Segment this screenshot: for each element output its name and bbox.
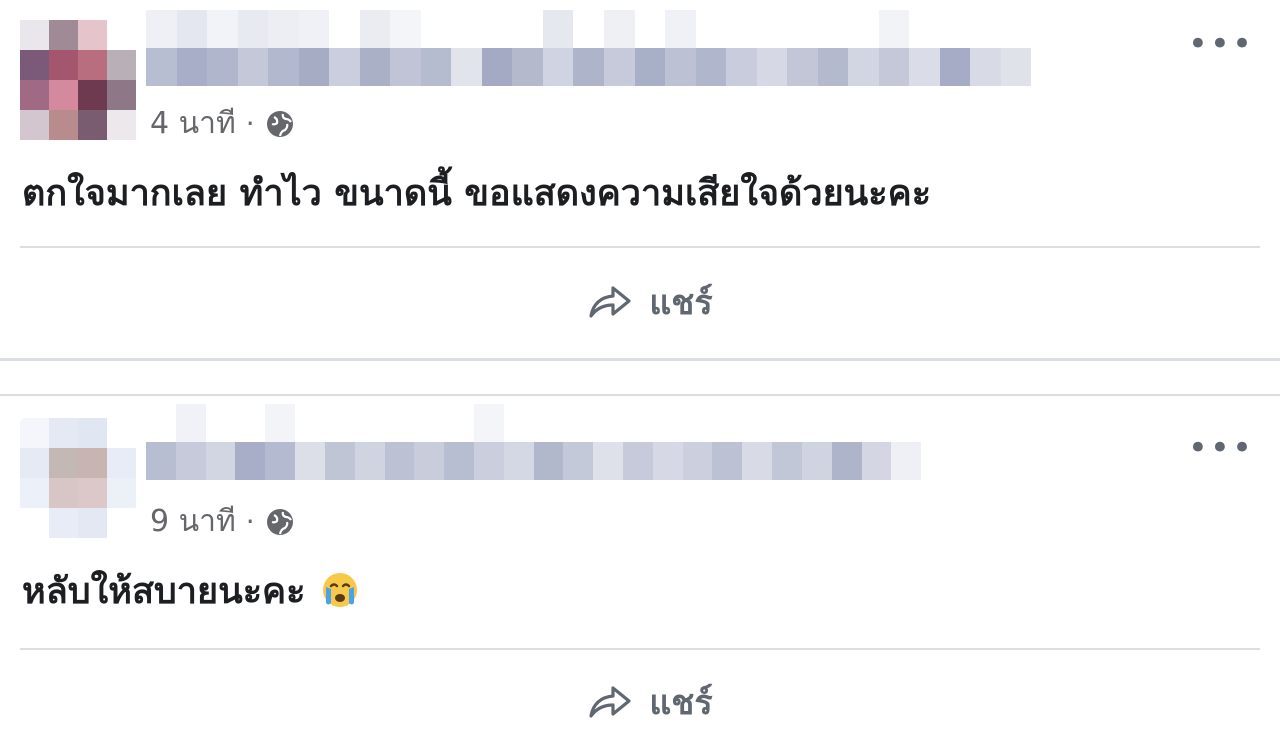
avatar[interactable] [20,418,136,538]
meta-separator: · [245,107,255,140]
author-name-pixelated[interactable] [146,404,951,480]
share-label: แชร์ [649,283,713,323]
share-icon [589,686,631,718]
timestamp[interactable]: 4 นาที [150,100,236,147]
globe-icon [266,508,293,535]
meta-separator: · [245,505,255,538]
share-button[interactable]: แชร์ [570,672,730,732]
timestamp[interactable]: 9 นาที [150,498,236,545]
comment-text: ตกใจมากเลย ทำไว ขนาดนี้ ขอแสดงความเสียใจ… [22,173,932,214]
share-icon [589,286,631,318]
comment-meta: 4 นาที · [150,100,295,147]
divider [20,648,1260,650]
comment-text: หลับให้สบายนะคะ [22,571,306,612]
avatar[interactable] [20,20,136,140]
globe-icon [266,110,293,137]
divider [20,246,1260,248]
comment-text-container: หลับให้สบายนะคะ [22,562,360,619]
share-label: แชร์ [649,683,713,723]
more-options-icon[interactable]: ••• [1188,431,1254,465]
comment-feed: 4 นาที · ••• ตกใจมากเลย ทำไว ขนาดนี้ ขอแ… [0,0,1280,752]
crying-face-icon [323,573,357,607]
share-button[interactable]: แชร์ [570,272,730,332]
comment-2: 9 นาที · ••• หลับให้สบายนะคะ แชร์ [0,396,1280,752]
comment-1: 4 นาที · ••• ตกใจมากเลย ทำไว ขนาดนี้ ขอแ… [0,0,1280,358]
comment-meta: 9 นาที · [150,498,295,545]
more-options-icon[interactable]: ••• [1188,27,1254,61]
feed-separator [0,358,1280,396]
author-name-pixelated[interactable] [146,10,1062,86]
